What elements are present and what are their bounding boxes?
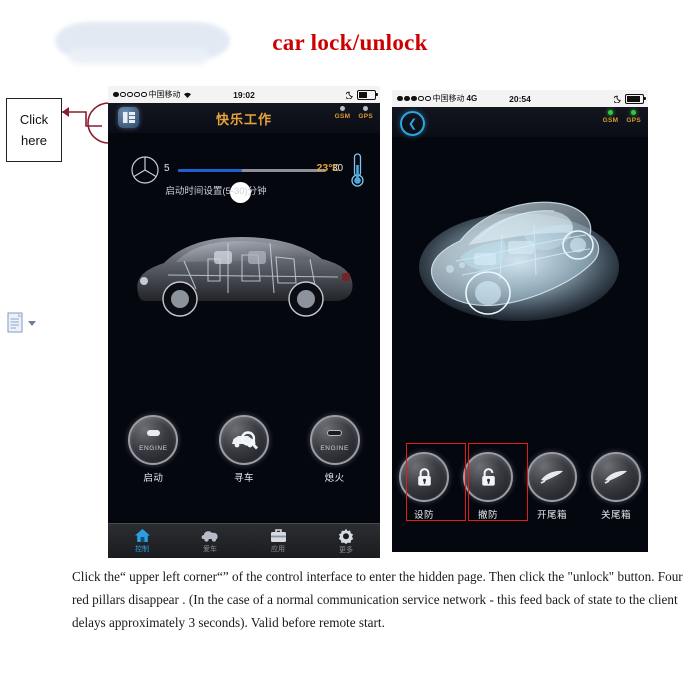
back-chevron-icon[interactable]: ❮ xyxy=(400,111,425,136)
engine-start-icon[interactable]: ENGINE xyxy=(128,415,179,465)
tab-my-car-label: 爱车 xyxy=(203,546,217,553)
signal-indicators-right: GSM GPS xyxy=(603,110,641,124)
car-xray-side-view xyxy=(137,237,353,317)
app-header-left: 快乐工作 GSM GPS xyxy=(108,103,380,133)
engine-sub-label: ENGINE xyxy=(139,445,168,452)
home-icon xyxy=(134,529,150,542)
button-open-trunk-label: 开尾箱 xyxy=(536,510,567,521)
gps-label: GPS xyxy=(358,113,373,120)
slider-track[interactable] xyxy=(178,169,326,203)
click-here-line-1: Click xyxy=(19,111,49,127)
button-stop-engine-label: 熄火 xyxy=(324,473,345,484)
highlight-frame-disarm xyxy=(468,443,528,521)
highlight-frame-arm xyxy=(406,443,466,521)
tab-my-car[interactable]: 爱车 xyxy=(176,524,244,558)
temperature-value: 23°C xyxy=(316,162,340,174)
chevron-down-icon xyxy=(28,321,36,326)
moon-icon xyxy=(614,95,621,103)
status-right-group-right xyxy=(614,93,646,104)
gsm-indicator: GSM xyxy=(335,106,351,120)
control-button-row-left: ENGINE 启动 寻车 ENGINE 熄火 xyxy=(108,415,380,484)
tab-apps-label: 应用 xyxy=(271,546,285,553)
car-xray-3d-view xyxy=(419,201,619,321)
thermometer-icon xyxy=(351,153,364,187)
button-find-car[interactable]: 寻车 xyxy=(213,415,275,484)
gsm-indicator-right: GSM xyxy=(603,110,619,124)
gps-indicator: GPS xyxy=(358,106,373,120)
trunk-close-icon[interactable] xyxy=(591,452,641,502)
button-start-label: 启动 xyxy=(143,473,164,484)
status-bar-right: 中国移动 4G 20:54 xyxy=(392,90,648,107)
tab-more-label: 更多 xyxy=(339,546,353,554)
engine-stop-icon[interactable]: ENGINE xyxy=(309,415,360,465)
trunk-open-icon[interactable] xyxy=(527,452,577,502)
click-here-callout: Click here xyxy=(6,98,62,162)
app-header-right: ❮ GSM GPS xyxy=(392,107,648,137)
slider-caption: 启动时间设置(5-30)分钟 xyxy=(165,186,267,197)
button-start[interactable]: ENGINE 启动 xyxy=(122,415,184,484)
gps-label-right: GPS xyxy=(626,117,641,124)
page-root: car lock/unlock Click here 中国移动 19:02 快乐… xyxy=(0,0,700,700)
status-bar-left: 中国移动 19:02 xyxy=(108,86,380,103)
button-open-trunk[interactable]: 开尾箱 xyxy=(521,452,583,521)
cloud-car-icon xyxy=(201,531,218,542)
tab-more[interactable]: 更多 xyxy=(312,524,380,558)
tab-bar: 控制 爱车 应用 更多 xyxy=(108,523,380,558)
gsm-label-right: GSM xyxy=(602,117,619,124)
button-close-trunk[interactable]: 关尾箱 xyxy=(585,452,647,521)
gsm-label: GSM xyxy=(334,113,351,120)
briefcase-icon xyxy=(270,529,286,542)
gear-icon xyxy=(338,528,354,544)
app-screen-left: 快乐工作 GSM GPS 5 30 启动时间设置(5-30)分钟 23°C EN… xyxy=(108,103,380,558)
moon-icon xyxy=(346,91,353,99)
status-time: 19:02 xyxy=(233,89,255,100)
gps-indicator-right: GPS xyxy=(626,110,641,124)
phone-left: 中国移动 19:02 快乐工作 GSM GPS 5 30 启动时间设置(5-30… xyxy=(108,86,380,558)
battery-icon-right xyxy=(625,93,646,104)
app-screen-right: ❮ GSM GPS 设防 撤防 开尾箱 关尾箱 xyxy=(392,107,648,552)
button-stop-engine[interactable]: ENGINE 熄火 xyxy=(304,415,366,484)
mercedes-benz-logo xyxy=(131,156,159,184)
tab-control[interactable]: 控制 xyxy=(108,524,176,558)
tab-control-label: 控制 xyxy=(135,546,149,553)
slider-min-label: 5 xyxy=(164,163,170,174)
instruction-caption: Click the“ upper left corner“” of the co… xyxy=(72,569,683,631)
find-car-icon[interactable] xyxy=(218,415,269,465)
start-time-slider-row: 5 30 启动时间设置(5-30)分钟 23°C xyxy=(108,147,380,205)
tab-apps[interactable]: 应用 xyxy=(244,524,312,558)
status-right-group xyxy=(346,89,378,100)
slider-fill xyxy=(178,169,242,172)
battery-icon xyxy=(357,89,378,100)
phone-right: 中国移动 4G 20:54 ❮ GSM GPS 设防 撤防 开尾箱 关尾箱 xyxy=(392,90,648,552)
status-time-right: 20:54 xyxy=(509,93,531,104)
document-icon[interactable] xyxy=(6,310,46,336)
click-here-line-2: here xyxy=(20,133,48,148)
signal-indicators-left: GSM GPS xyxy=(335,106,373,120)
button-find-car-label: 寻车 xyxy=(233,473,254,484)
page-title: car lock/unlock xyxy=(272,30,428,55)
button-close-trunk-label: 关尾箱 xyxy=(600,510,631,521)
engine-sub-label-2: ENGINE xyxy=(320,445,349,452)
